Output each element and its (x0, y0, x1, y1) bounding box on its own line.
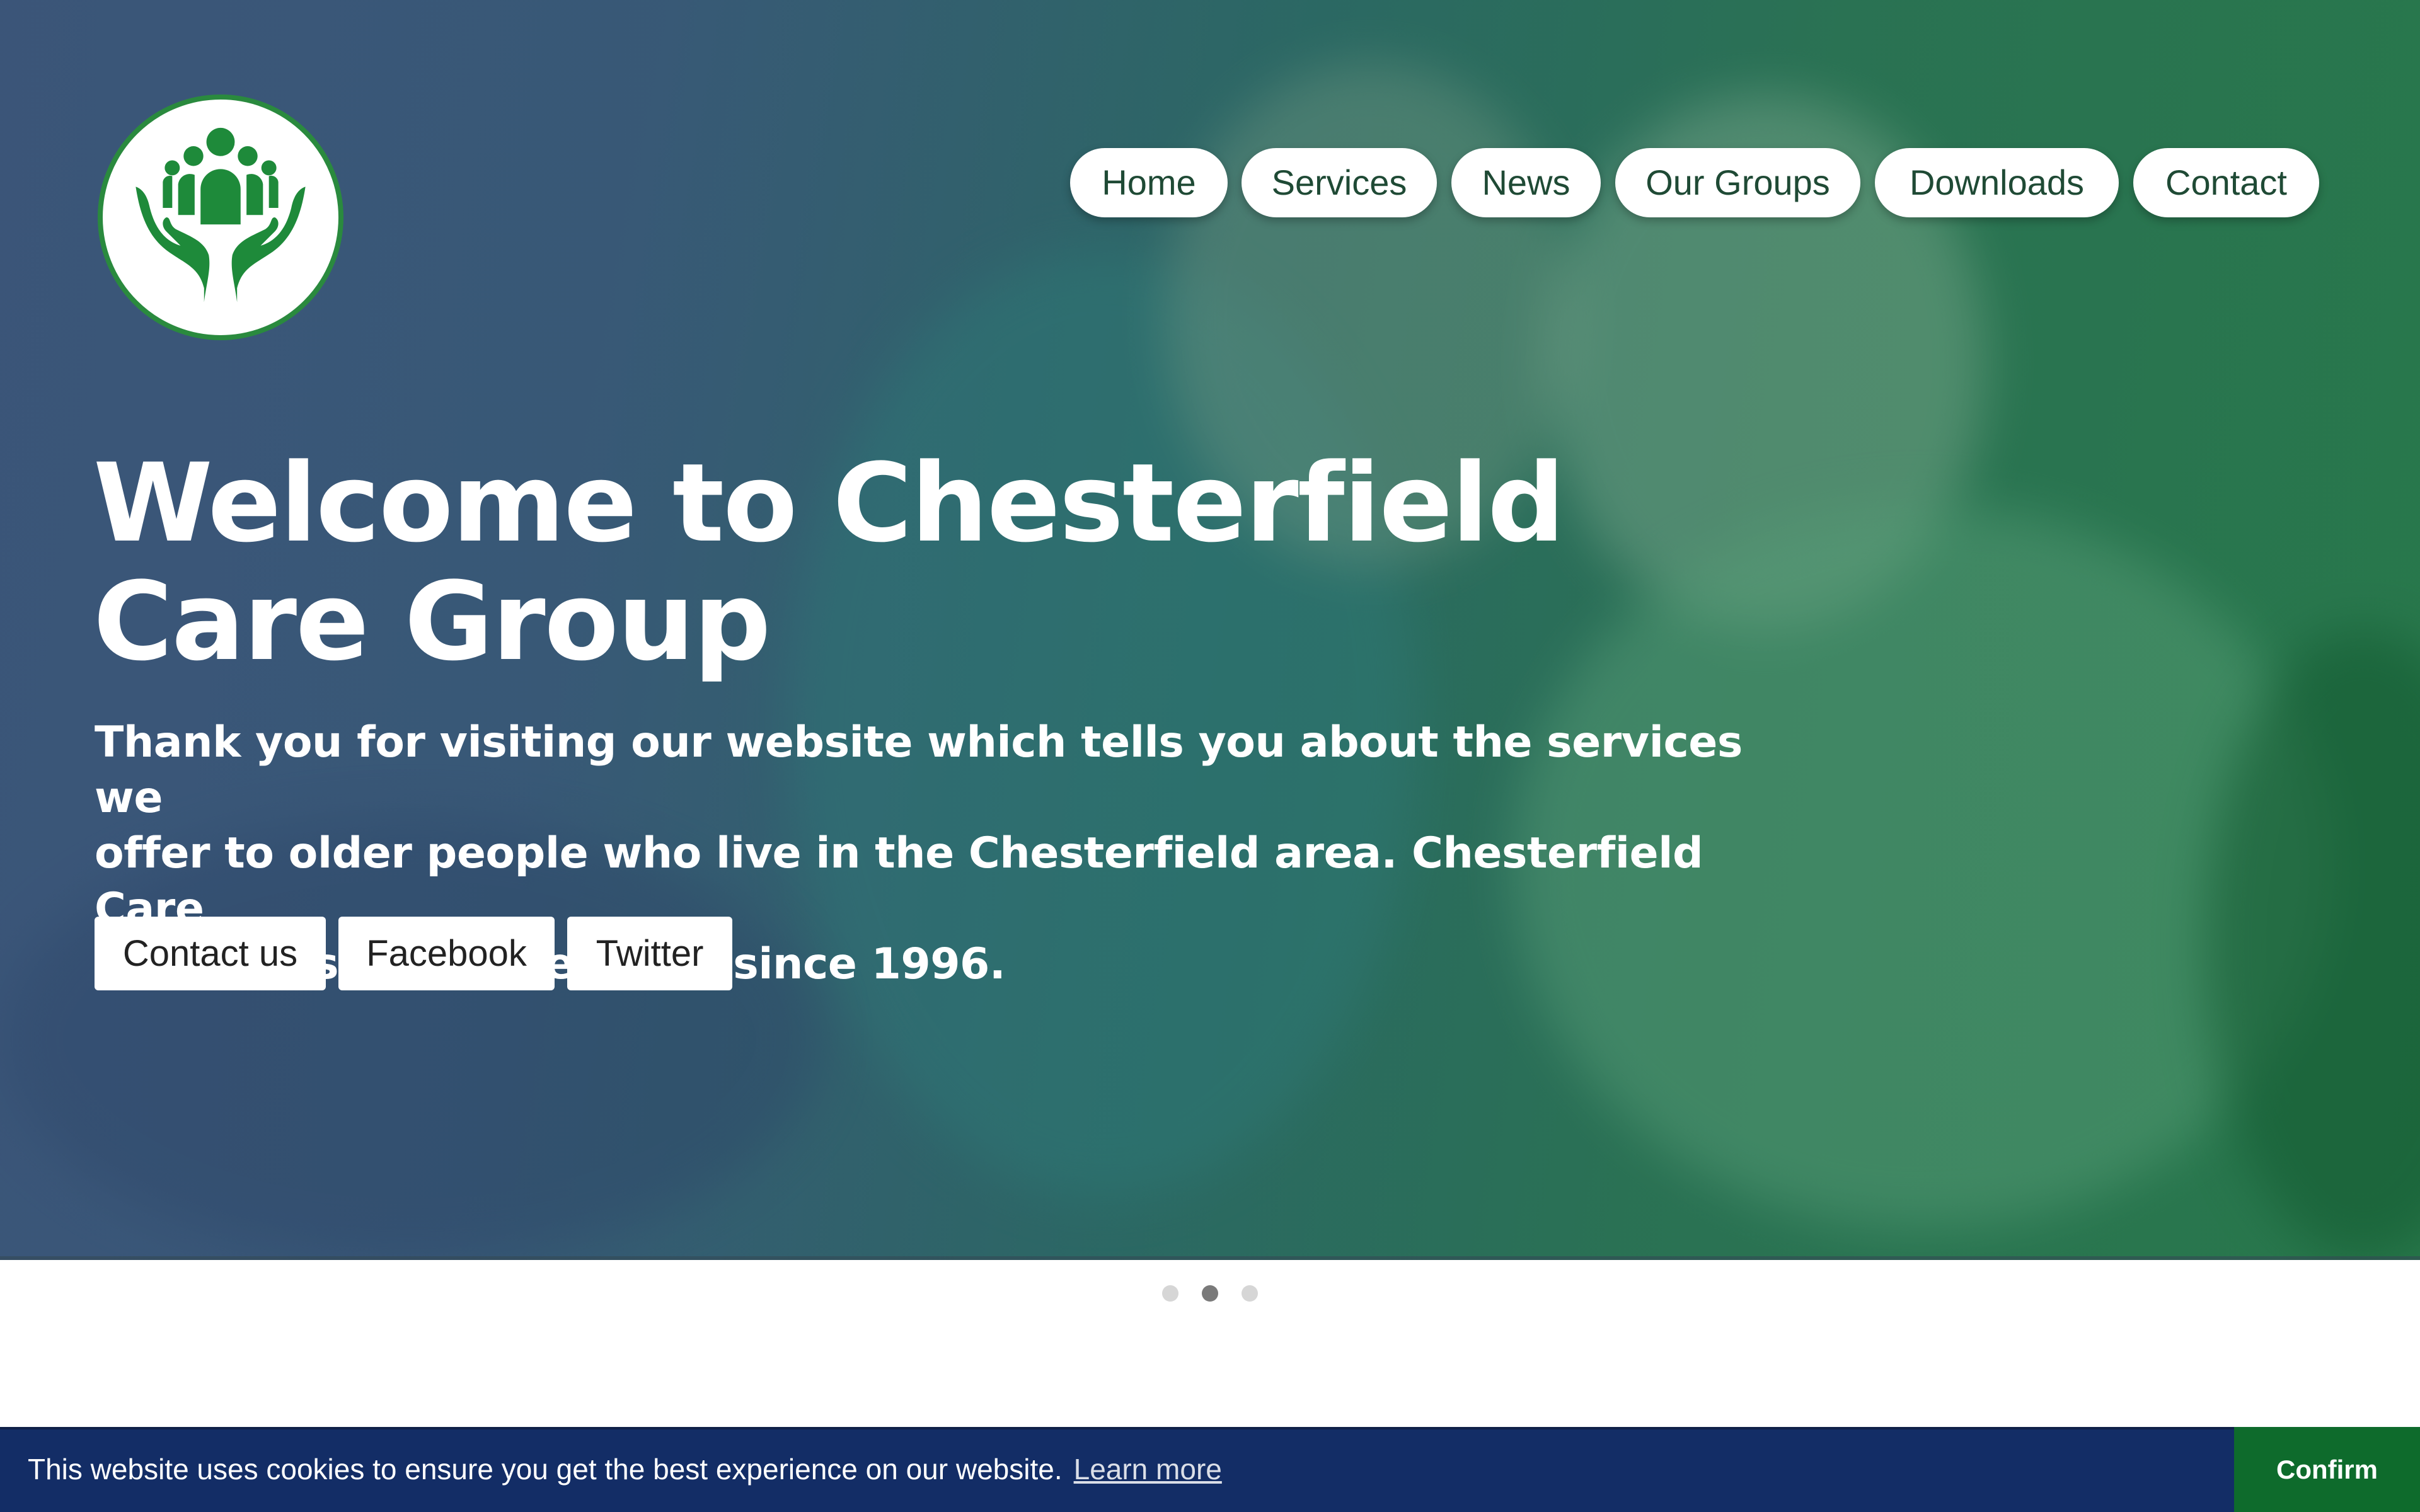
nav-item-our-groups[interactable]: Our Groups (1615, 148, 1860, 217)
hero-bottom-edge (0, 1256, 2420, 1260)
nav-item-downloads[interactable]: Downloads (1875, 148, 2119, 217)
hero-title: Welcome to Chesterfield Care Group (93, 444, 1565, 681)
carousel-dot-2[interactable] (1202, 1285, 1218, 1302)
nav-item-home[interactable]: Home (1070, 148, 1228, 217)
confirm-cookies-button[interactable]: Confirm (2234, 1427, 2420, 1512)
carousel-indicators (0, 1285, 2420, 1304)
hero-title-line-2: Care Group (93, 558, 771, 685)
intro-line-2: offer to older people who live in the Ch… (95, 828, 1703, 934)
site-logo[interactable] (98, 94, 343, 340)
intro-line-1: Thank you for visiting our website which… (95, 718, 1743, 823)
nav-item-contact[interactable]: Contact (2133, 148, 2319, 217)
learn-more-link[interactable]: Learn more (1074, 1453, 1222, 1486)
carousel-dot-1[interactable] (1162, 1285, 1178, 1302)
hero-title-line-1: Welcome to Chesterfield (93, 440, 1565, 566)
cookie-message-wrapper: This website uses cookies to ensure you … (28, 1429, 1222, 1509)
nav-item-services[interactable]: Services (1242, 148, 1437, 217)
carousel-dot-3[interactable] (1242, 1285, 1258, 1302)
hands-holding-people-icon (135, 127, 306, 302)
cookie-consent-banner: This website uses cookies to ensure you … (0, 1427, 2420, 1512)
facebook-button[interactable]: Facebook (338, 917, 555, 990)
cookie-message: This website uses cookies to ensure you … (28, 1453, 1063, 1486)
contact-us-button[interactable]: Contact us (95, 917, 326, 990)
twitter-button[interactable]: Twitter (567, 917, 732, 990)
nav-item-news[interactable]: News (1451, 148, 1601, 217)
